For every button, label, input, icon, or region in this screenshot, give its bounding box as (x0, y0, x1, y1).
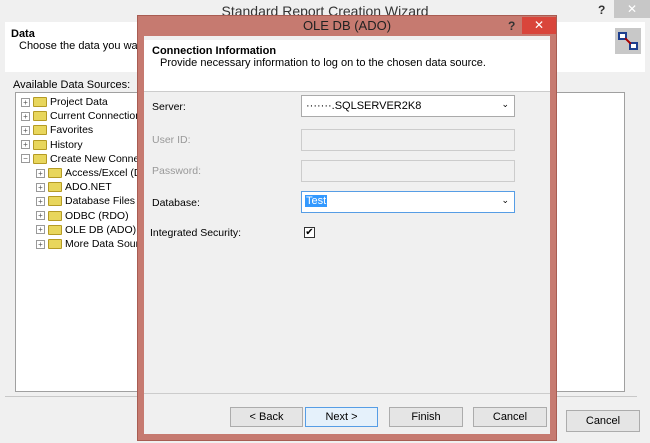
password-label: Password: (152, 165, 202, 177)
tree-node-label: Current Connections (50, 110, 147, 123)
dialog-help-button[interactable]: ? (508, 19, 515, 33)
checkmark-icon: ✔ (305, 227, 314, 238)
chevron-down-icon: ⌄ (501, 195, 509, 205)
ole-db-dialog: OLE DB (ADO) ? ✕ Connection Information … (137, 15, 557, 441)
tree-node-label: ADO.NET (65, 181, 112, 194)
expand-icon[interactable]: − (21, 154, 30, 164)
folder-icon (33, 97, 47, 107)
tree-node[interactable]: + ADO.NET (36, 181, 112, 193)
folder-icon (48, 224, 62, 235)
chevron-down-icon: ⌄ (501, 99, 509, 109)
wizard-help-button[interactable]: ? (598, 3, 605, 17)
expand-icon[interactable]: + (36, 196, 45, 206)
expand-icon[interactable]: + (36, 182, 45, 192)
wizard-close-button[interactable]: ✕ (614, 0, 650, 18)
userid-input[interactable] (301, 129, 515, 151)
expand-icon[interactable]: + (36, 225, 45, 235)
folder-icon (48, 196, 62, 207)
tree-node-label: Project Data (50, 96, 108, 108)
folder-icon (33, 139, 47, 150)
folder-icon (48, 239, 62, 249)
server-combobox[interactable]: ·······.SQLSERVER2K8 ⌄ (301, 95, 515, 117)
folder-icon (33, 111, 47, 122)
back-button[interactable]: < Back (230, 407, 303, 427)
data-icon (615, 28, 641, 54)
folder-icon (33, 125, 47, 136)
database-label: Database: (152, 197, 200, 209)
tree-node[interactable]: + History (21, 139, 83, 151)
server-label: Server: (152, 101, 186, 113)
folder-icon (48, 210, 62, 221)
tree-node-label: History (50, 138, 83, 151)
tree-node[interactable]: + Database Files (36, 195, 135, 207)
expand-icon[interactable]: + (21, 140, 30, 150)
tree-node-label: OLE DB (ADO) (65, 223, 137, 236)
wizard-cancel-button[interactable]: Cancel (566, 410, 640, 432)
dialog-heading: Connection Information (152, 45, 277, 57)
tree-node[interactable]: + Current Connections (21, 110, 146, 122)
folder-icon (48, 182, 62, 193)
password-input[interactable] (301, 160, 515, 182)
tree-node-label: ODBC (RDO) (65, 209, 129, 222)
expand-icon[interactable]: + (36, 239, 45, 249)
divider (144, 393, 550, 394)
integrated-security-label: Integrated Security: (150, 227, 242, 239)
database-value: Test (305, 195, 328, 207)
database-combobox[interactable]: Test ⌄ (301, 191, 515, 213)
integrated-security-checkbox[interactable]: ✔ (304, 227, 315, 238)
expand-icon[interactable]: + (36, 211, 45, 221)
expand-icon[interactable]: + (36, 168, 45, 178)
folder-icon (33, 153, 47, 164)
section-title: Data (11, 28, 35, 40)
next-button[interactable]: Next > (305, 407, 378, 427)
tree-node[interactable]: + OLE DB (ADO) (36, 224, 136, 236)
tree-node[interactable]: + Favorites (21, 124, 93, 136)
dialog-close-button[interactable]: ✕ (522, 17, 556, 34)
dialog-title: OLE DB (ADO) (302, 18, 392, 33)
tree-node[interactable]: + ODBC (RDO) (36, 210, 129, 222)
dialog-header: Connection Information Provide necessary… (144, 40, 550, 92)
userid-label: User ID: (152, 134, 191, 146)
sources-label: Available Data Sources: (13, 79, 131, 91)
expand-icon[interactable]: + (21, 125, 30, 135)
dialog-cancel-button[interactable]: Cancel (473, 407, 547, 427)
finish-button[interactable]: Finish (389, 407, 463, 427)
folder-icon (48, 168, 62, 178)
tree-node[interactable]: + Project Data (21, 96, 108, 108)
tree-node-label: Favorites (50, 124, 94, 137)
expand-icon[interactable]: + (21, 111, 30, 121)
dialog-subheading: Provide necessary information to log on … (160, 57, 486, 69)
server-value: ·······.SQLSERVER2K8 (306, 100, 422, 112)
expand-icon[interactable]: + (21, 97, 30, 107)
tree-node-label: Database Files (65, 195, 136, 208)
